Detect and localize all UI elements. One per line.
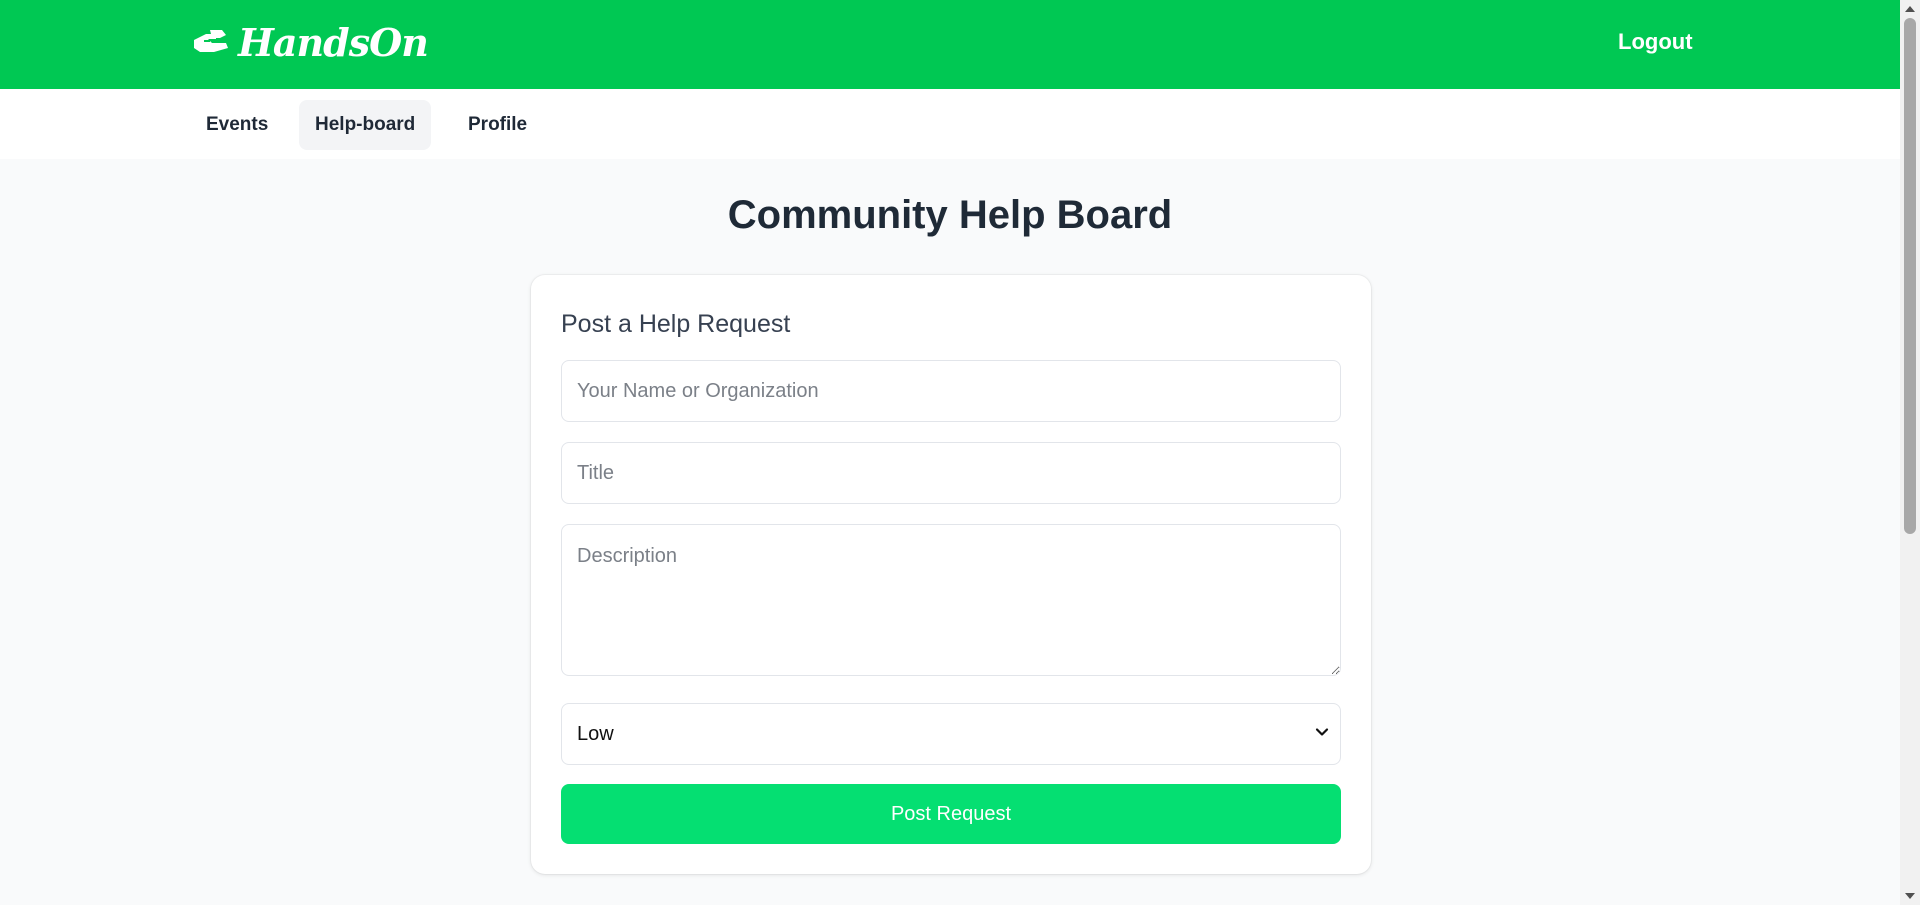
priority-select-wrapper: Low [561, 703, 1341, 765]
scroll-thumb[interactable] [1904, 18, 1916, 534]
page-title: Community Help Board [727, 193, 1173, 237]
vertical-scrollbar[interactable] [1900, 0, 1920, 905]
brand-logo[interactable]: HandsOn [190, 18, 429, 68]
help-request-form-card: Post a Help Request Low Post Request [531, 275, 1371, 874]
main-nav: Events Help-board Profile [0, 89, 1900, 159]
nav-item-profile[interactable]: Profile [452, 100, 543, 150]
description-textarea[interactable] [561, 524, 1341, 676]
scroll-down-icon[interactable] [1905, 893, 1915, 899]
top-header: HandsOn Logout [0, 0, 1900, 89]
brand-name: HandsOn [238, 20, 429, 65]
logout-button[interactable]: Logout [1618, 26, 1693, 58]
nav-item-events[interactable]: Events [190, 100, 284, 150]
nav-item-help-board[interactable]: Help-board [299, 100, 432, 150]
title-input[interactable] [561, 442, 1341, 504]
priority-select[interactable]: Low [561, 703, 1341, 765]
helping-hands-icon [194, 30, 228, 52]
form-title: Post a Help Request [561, 310, 791, 338]
post-request-button[interactable]: Post Request [561, 784, 1341, 844]
name-input[interactable] [561, 360, 1341, 422]
scroll-up-icon[interactable] [1905, 6, 1915, 12]
